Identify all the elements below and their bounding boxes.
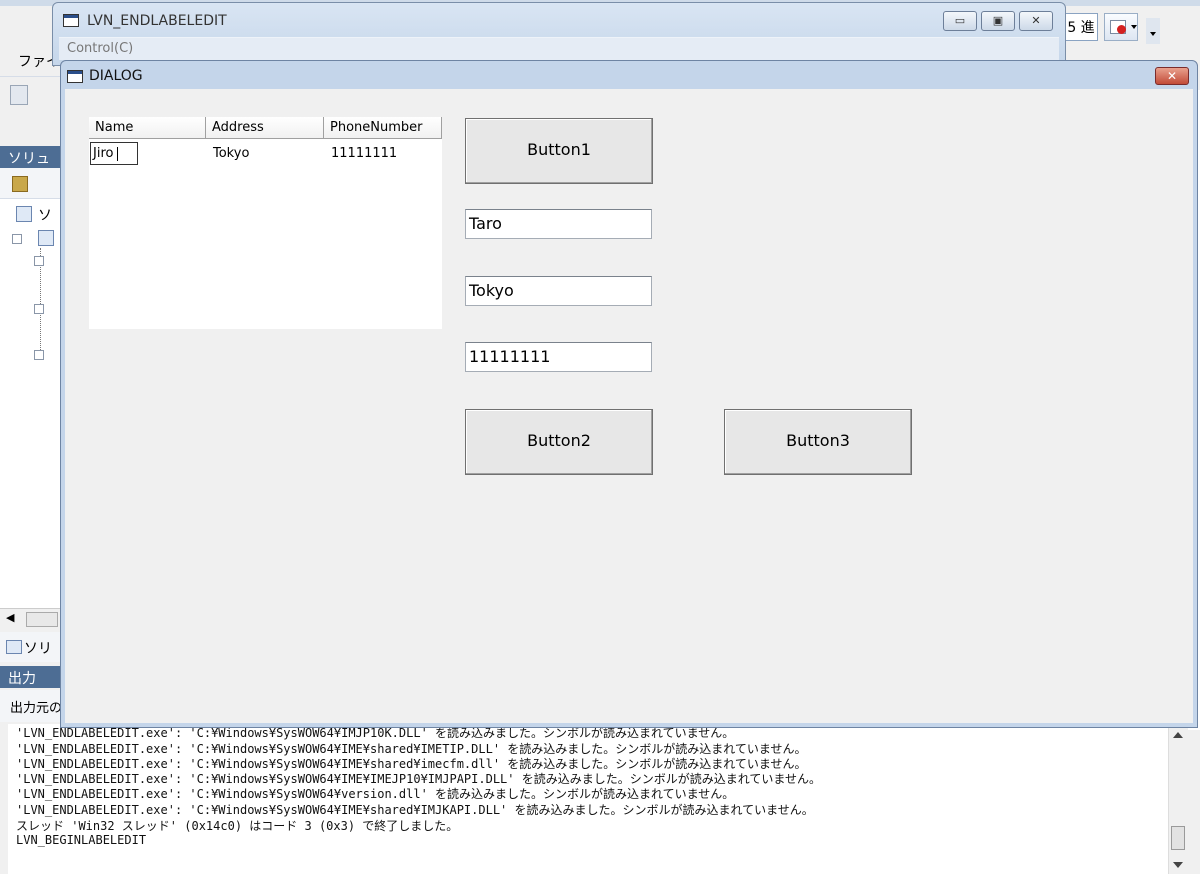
menu-bar: Control(C) <box>59 37 1059 60</box>
properties-icon[interactable] <box>12 176 28 192</box>
solution-explorer-icon <box>6 640 22 654</box>
label-edit-box[interactable]: Jiro <box>90 142 138 165</box>
list-view[interactable]: Name Address PhoneNumber Jiro Tokyo 1111… <box>89 117 442 329</box>
phone-textbox-value: 11111111 <box>469 347 551 366</box>
output-line: LVN_BEGINLABELEDIT <box>16 833 147 847</box>
button2[interactable]: Button2 <box>465 409 653 475</box>
scroll-down-icon[interactable] <box>1173 862 1183 868</box>
button1[interactable]: Button1 <box>465 118 653 184</box>
solution-explorer-header: ソリュ <box>0 146 60 168</box>
minimize-button[interactable]: ▭ <box>943 11 977 31</box>
app-window-icon <box>67 70 83 83</box>
name-textbox-value: Taro <box>469 214 502 233</box>
dropdown-arrow-icon <box>1131 25 1137 29</box>
output-text-area[interactable]: 'LVN_ENDLABELEDIT.exe': 'C:¥Windows¥SysW… <box>8 724 1168 874</box>
tree-collapse-icon[interactable] <box>34 304 44 314</box>
output-vscrollbar[interactable] <box>1168 726 1187 874</box>
dialog-window: DIALOG ✕ Name Address PhoneNumber Jiro T… <box>60 60 1198 728</box>
toolbar-overflow-button[interactable] <box>1146 18 1160 44</box>
tree-collapse-icon[interactable] <box>34 350 44 360</box>
menu-control[interactable]: Control(C) <box>67 41 133 56</box>
ide-menu-file[interactable]: ファイ <box>0 44 60 74</box>
column-header-label: Address <box>212 120 264 135</box>
output-line: 'LVN_ENDLABELEDIT.exe': 'C:¥Windows¥SysW… <box>16 787 735 801</box>
scroll-left-icon[interactable]: ◀ <box>6 611 14 624</box>
address-textbox-value: Tokyo <box>469 281 514 300</box>
dialog-title: DIALOG <box>89 68 143 84</box>
record-icon <box>1117 25 1126 34</box>
lvn-endlabeledit-window: LVN_ENDLABELEDIT ▭ ▣ ✕ Control(C) <box>52 2 1066 66</box>
list-cell-phone: 11111111 <box>331 146 398 161</box>
solution-explorer-title: ソリュ <box>8 151 50 167</box>
copy-icon[interactable] <box>10 85 28 105</box>
tab-solution-explorer[interactable]: ソリ <box>0 632 60 662</box>
project-icon <box>38 230 54 246</box>
output-source-selector[interactable]: 出力元の <box>0 690 63 722</box>
number-base-button[interactable]: 5 進 <box>1064 13 1098 41</box>
column-header-name[interactable]: Name <box>89 117 206 139</box>
text-cursor <box>117 147 118 161</box>
solution-toolbar <box>0 168 60 199</box>
column-header-label: Name <box>95 120 134 135</box>
scroll-up-icon[interactable] <box>1173 732 1183 738</box>
column-header-address[interactable]: Address <box>206 117 324 139</box>
name-textbox[interactable]: Taro <box>465 209 652 239</box>
column-header-label: PhoneNumber <box>330 120 423 135</box>
output-source-label: 出力元の <box>10 701 63 716</box>
column-header-phone[interactable]: PhoneNumber <box>324 117 442 139</box>
output-line: スレッド 'Win32 スレッド' (0x14c0) はコード 3 (0x3) … <box>16 819 459 833</box>
list-cell-address: Tokyo <box>213 146 250 161</box>
dialog-client-area: Name Address PhoneNumber Jiro Tokyo 1111… <box>65 89 1193 723</box>
scroll-thumb[interactable] <box>1171 826 1185 850</box>
breakpoint-button[interactable] <box>1104 13 1138 41</box>
solution-icon <box>16 206 32 222</box>
output-line: 'LVN_ENDLABELEDIT.exe': 'C:¥Windows¥SysW… <box>16 803 814 817</box>
window-title: LVN_ENDLABELEDIT <box>87 13 227 29</box>
phone-textbox[interactable]: 11111111 <box>465 342 652 372</box>
app-window-icon <box>63 14 79 27</box>
tree-collapse-icon[interactable] <box>34 256 44 266</box>
solution-hscrollbar[interactable]: ◀ <box>0 608 60 629</box>
address-textbox[interactable]: Tokyo <box>465 276 652 306</box>
scroll-thumb[interactable] <box>26 612 58 627</box>
output-panel-header: 出力 <box>0 666 60 688</box>
output-panel-title: 出力 <box>8 671 36 687</box>
button3[interactable]: Button3 <box>724 409 912 475</box>
solution-tree-item[interactable]: ソ <box>38 205 52 225</box>
tab-solution-explorer-label: ソリ <box>24 641 52 657</box>
dialog-close-button[interactable]: ✕ <box>1155 67 1189 85</box>
tree-collapse-icon[interactable] <box>12 234 22 244</box>
ide-toolbar <box>0 76 60 111</box>
maximize-button[interactable]: ▣ <box>981 11 1015 31</box>
label-edit-text: Jiro <box>93 146 114 161</box>
close-button[interactable]: ✕ <box>1019 11 1053 31</box>
